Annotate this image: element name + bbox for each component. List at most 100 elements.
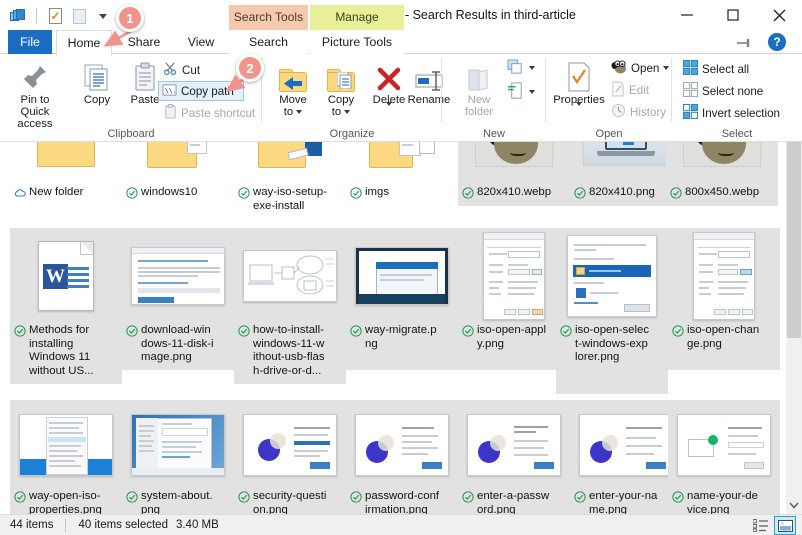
customize-caret-icon[interactable] [93,6,113,26]
collapse-ribbon-icon[interactable] [736,36,752,50]
list-item[interactable]: 800x450.webp [666,142,778,206]
close-button[interactable] [756,0,802,30]
sync-check-icon [238,187,250,213]
list-item[interactable]: security-questi on.png [234,400,346,514]
details-view-button[interactable] [750,516,772,535]
minimize-button[interactable] [664,0,710,30]
tab-file[interactable]: File [8,30,52,54]
tab-picture-tools[interactable]: Picture Tools [310,30,404,54]
copy-to-icon [327,58,355,92]
sync-check-icon [672,491,684,514]
list-item[interactable]: password-conf irmation.png [346,400,458,514]
new-item-button[interactable] [504,58,538,78]
image-thumbnail [355,247,449,305]
word-document-icon: W [38,241,94,311]
help-icon[interactable]: ? [768,33,786,51]
select-none-button[interactable]: Select none [680,81,766,101]
tab-view[interactable]: View [176,30,226,54]
select-group-label: Select [721,128,753,140]
help-label: ? [773,35,781,49]
open-caret-icon[interactable] [663,66,670,70]
delete-caret-icon[interactable] [386,102,392,118]
list-item-label: 820x410.webp [458,186,570,200]
list-item[interactable]: how-to-install- windows-11-w ithout-usb-… [234,228,346,384]
sync-check-icon [560,325,572,365]
edit-label: Edit [629,83,649,97]
scroll-down-arrow-icon[interactable] [786,497,802,514]
list-item-label: enter-a-passw ord.png [458,490,570,514]
list-item[interactable]: iso-open-selec t-windows-exp lorer.png [556,228,668,394]
cut-button[interactable]: Cut [160,60,203,80]
scrollbar-thumb[interactable] [787,142,801,338]
list-item[interactable]: W Methods for installing Windows 11 with… [10,228,122,384]
list-item[interactable]: way-migrate.p ng [346,228,458,370]
explorer-icon[interactable] [8,6,28,26]
list-item[interactable]: way-open-iso- properties.png [10,400,122,514]
context-tab-manage[interactable]: Manage [310,5,404,29]
properties-ribbon-icon [566,58,592,92]
copy-to-caret-icon[interactable] [344,110,351,114]
list-item[interactable]: name-your-de vice.png [668,400,780,514]
easy-access-button[interactable] [504,81,538,103]
select-all-icon [683,60,698,78]
list-item[interactable]: system-about. png [122,400,234,514]
status-bar: 44 items 40 items selected 3.40 MB [0,514,802,535]
list-item[interactable]: windows10 [122,142,234,200]
list-item-label: 800x450.webp [666,186,778,200]
vertical-scrollbar[interactable] [786,142,802,514]
image-thumbnail [483,232,545,320]
properties-button[interactable]: Properties [552,58,606,118]
list-item-label: way-open-iso- properties.png [10,490,122,514]
tab-search[interactable]: Search [229,30,308,54]
copy-button[interactable]: Copy [70,58,124,106]
move-to-button[interactable]: Move to [266,58,320,118]
cut-label: Cut [182,63,201,77]
tab-home-label: Home [67,36,101,50]
copy-to-label-2: to [331,106,342,118]
delete-icon [376,58,402,92]
properties-icon[interactable] [45,6,65,26]
image-thumbnail [467,414,561,476]
easy-access-caret-icon[interactable] [529,90,535,94]
context-tab-manage-label: Manage [335,10,379,24]
history-button[interactable]: History [608,102,669,122]
sync-check-icon [14,325,26,378]
paste-shortcut-button[interactable]: Paste shortcut [160,103,258,123]
list-item[interactable]: iso-open-chan ge.png [668,228,780,370]
callout-1: 1 [116,4,144,32]
select-all-button[interactable]: Select all [680,59,752,79]
copy-label: Copy [83,94,111,106]
list-item[interactable]: way-iso-setup-exe-install [234,142,346,213]
list-item[interactable]: imgs [346,142,458,200]
pin-to-quick-access-button[interactable]: Pin to Quick access [8,58,62,130]
open-button[interactable]: Open [608,58,672,78]
list-item[interactable]: enter-a-passw ord.png [458,400,570,514]
file-grid[interactable]: New folder windows10 way-iso-setup- exe-… [0,142,802,514]
cloud-icon [14,187,26,200]
new-folder-icon[interactable] [69,6,89,26]
maximize-button[interactable] [710,0,756,30]
edit-button[interactable]: Edit [608,80,652,100]
edit-icon [611,81,625,100]
ribbon-group-open: Properties Open Edit History Open [546,54,672,142]
move-to-caret-icon[interactable] [296,110,303,114]
invert-selection-button[interactable]: Invert selection [680,103,783,123]
context-tab-search-tools[interactable]: Search Tools [229,5,308,29]
history-label: History [630,105,667,119]
paste-label: Paste [130,94,160,106]
list-item[interactable]: iso-open-appl y.png [458,228,570,370]
quick-access-toolbar [8,6,126,26]
list-item[interactable]: 820x410.webp [458,142,570,206]
new-folder-button[interactable]: New folder [452,58,506,118]
history-icon [611,103,626,121]
list-item-label: Methods for installing Windows 11 withou… [10,324,122,378]
image-thumbnail [243,250,337,302]
large-icons-view-button[interactable] [774,516,796,535]
easy-access-icon [507,81,525,103]
copy-to-button[interactable]: Copy to [314,58,368,118]
new-item-caret-icon[interactable] [529,66,535,70]
list-item[interactable]: New folder [10,142,122,200]
list-item[interactable]: download-win dows-11-disk-i mage.png [122,228,234,370]
list-item[interactable]: enter-your-na me.png [570,400,682,514]
properties-caret-icon[interactable] [576,102,582,118]
